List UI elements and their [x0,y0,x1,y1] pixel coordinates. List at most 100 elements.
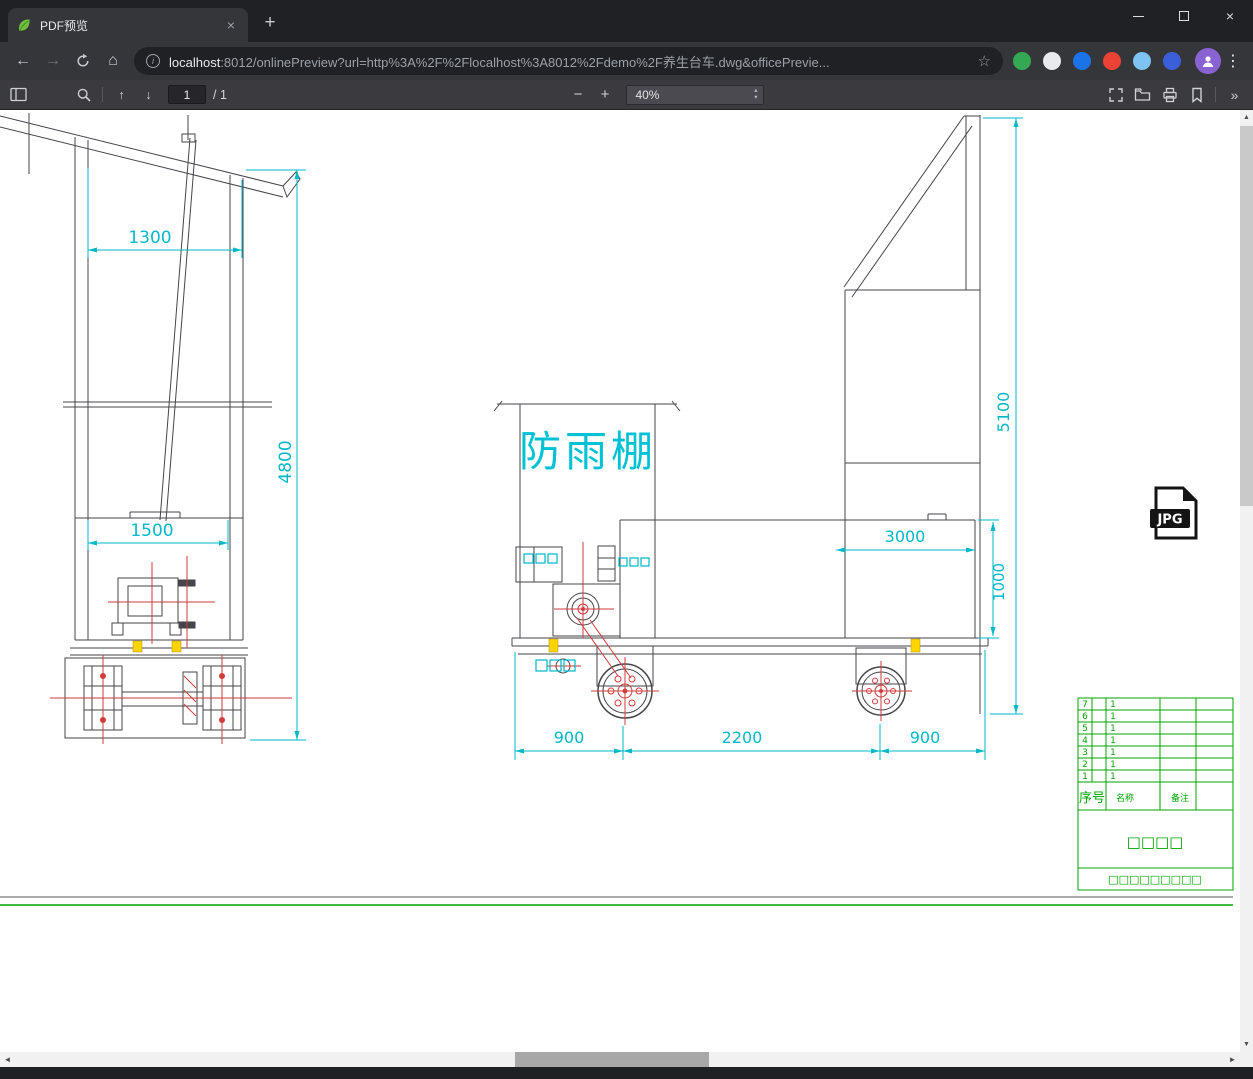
titleblock-cell: 5 [1082,724,1088,734]
jpg-file-icon: JPG [1150,486,1198,540]
titleblock-footer: □□□□□□□□□ [1108,873,1202,886]
omnibox[interactable]: i localhost:8012/onlinePreview?url=http%… [134,47,1003,75]
home-button[interactable]: ⌂ [98,46,128,76]
titleblock-cell: 1 [1110,760,1116,770]
presentation-mode-button[interactable] [1102,83,1129,107]
pdf-right-tools: » [1102,83,1253,107]
zoom-in-button[interactable]: + [591,83,618,107]
horizontal-scrollbar-row: ◄ ► [0,1052,1253,1067]
titleblock-cell: 1 [1110,700,1116,710]
next-page-button[interactable]: ↓ [135,83,162,107]
scrollbar-corner [1240,1052,1253,1067]
bookmark-star-icon[interactable]: ☆ [978,52,991,70]
window-controls: × [1115,0,1253,32]
scroll-left-icon[interactable]: ◄ [0,1052,15,1067]
zoom-select[interactable]: 40% ▴ ▾ [626,84,765,105]
extension-icon-5[interactable] [1133,52,1151,70]
dim-label-1000: 1000 [990,563,1008,601]
printer-icon [1162,87,1177,102]
person-icon [1202,56,1214,67]
browser-window: PDF预览 × + × ← → ⌂ i localhost:8012/onlin… [0,0,1253,1079]
scroll-down-icon[interactable]: ▼ [1240,1037,1253,1052]
page-number-input[interactable] [168,85,206,104]
print-button[interactable] [1156,83,1183,107]
cad-drawing: 1300 4800 1500 防雨棚 3000 1000 5100 900 22… [0,113,1234,906]
maximize-button[interactable] [1161,0,1207,32]
zoom-out-button[interactable]: − [564,83,591,107]
more-tools-button[interactable]: » [1221,83,1248,107]
titleblock-cell: 4 [1082,736,1088,746]
tab-title: PDF预览 [40,18,89,33]
titleblock-cell: 1 [1110,772,1116,782]
scroll-up-icon[interactable]: ▲ [1240,110,1253,125]
minimize-button[interactable] [1115,0,1161,32]
dim-label-900-right: 900 [910,728,941,747]
fullscreen-icon [1108,87,1123,102]
titleblock-cell: 2 [1082,760,1088,770]
site-info-icon[interactable]: i [146,54,160,68]
title-block-text: 7 6 5 4 3 2 1 1 1 1 1 1 1 1 序号 名称 备注 □□□… [1079,700,1202,886]
open-folder-icon [1134,88,1151,101]
scroll-right-icon[interactable]: ► [1225,1052,1240,1067]
bookmark-icon [1191,87,1202,103]
address-bar: ← → ⌂ i localhost:8012/onlinePreview?url… [0,42,1253,80]
leaf-favicon-icon [18,19,30,31]
dim-label-4800: 4800 [276,440,296,483]
extension-icon-4[interactable] [1103,52,1121,70]
bookmark-button[interactable] [1183,83,1210,107]
zoom-spinner-icon: ▴ ▾ [754,86,758,101]
cad-dimension-labels: 1300 4800 1500 防雨棚 3000 1000 5100 900 22… [128,228,1013,747]
jpg-badge-label: JPG [1156,513,1182,528]
extension-icon-3[interactable] [1073,52,1091,70]
canopy-label: 防雨棚 [519,427,657,476]
tab-close-icon[interactable]: × [222,16,240,34]
zoom-value: 40% [635,87,660,102]
cad-red-dots [100,607,883,723]
pdf-toolbar: ↑ ↓ / 1 − + 40% ▴▾ [0,80,1253,110]
titleblock-cell: 7 [1082,700,1088,710]
pdf-page: 1300 4800 1500 防雨棚 3000 1000 5100 900 22… [0,110,1253,1052]
browser-menu-icon[interactable]: ⋮ [1221,51,1245,71]
dim-label-5100: 5100 [994,392,1013,433]
titleblock-cell: 3 [1082,748,1088,758]
title-bar: PDF预览 × + × [0,0,1253,42]
open-file-button[interactable] [1129,83,1156,107]
extension-icon-2[interactable] [1043,52,1061,70]
titleblock-header-no: 序号 [1079,791,1105,806]
horizontal-scrollbar-thumb[interactable] [515,1052,709,1067]
titleblock-cell: 1 [1082,772,1088,782]
browser-tab[interactable]: PDF预览 × [8,8,248,42]
dim-label-3000: 3000 [885,527,926,546]
toolbar-divider [102,87,103,102]
extensions-area [1013,52,1181,70]
window-bottom-edge [0,1067,1253,1079]
sidebar-toggle-button[interactable] [5,83,32,107]
previous-page-button[interactable]: ↑ [108,83,135,107]
dim-label-1300: 1300 [128,228,171,248]
extension-icon-1[interactable] [1013,52,1031,70]
profile-avatar[interactable] [1195,48,1221,74]
titleblock-cell: 1 [1110,724,1116,734]
reload-icon [77,53,89,67]
titleblock-cell: 6 [1082,712,1088,722]
horizontal-scrollbar[interactable]: ◄ ► [0,1052,1240,1067]
close-window-button[interactable]: × [1207,0,1253,32]
reload-button[interactable] [68,46,98,76]
search-icon [77,88,91,102]
toolbar-divider [1215,87,1216,102]
dim-label-1500: 1500 [130,521,173,541]
extension-icon-6[interactable] [1163,52,1181,70]
dim-label-2200: 2200 [722,728,763,747]
url-host: localhost [169,54,221,70]
page-count-label: / 1 [213,87,227,102]
forward-button[interactable]: → [38,46,68,76]
new-tab-button[interactable]: + [258,12,282,34]
dim-label-900-left: 900 [554,728,585,747]
titleblock-header-name: 名称 [1116,792,1134,804]
vertical-scrollbar[interactable]: ▲ ▼ [1240,110,1253,1052]
vertical-scrollbar-thumb[interactable] [1240,126,1253,506]
find-button[interactable] [70,83,97,107]
url-text[interactable]: localhost:8012/onlinePreview?url=http%3A… [169,52,970,71]
titleblock-title: □□□□ [1127,833,1184,851]
back-button[interactable]: ← [8,46,38,76]
